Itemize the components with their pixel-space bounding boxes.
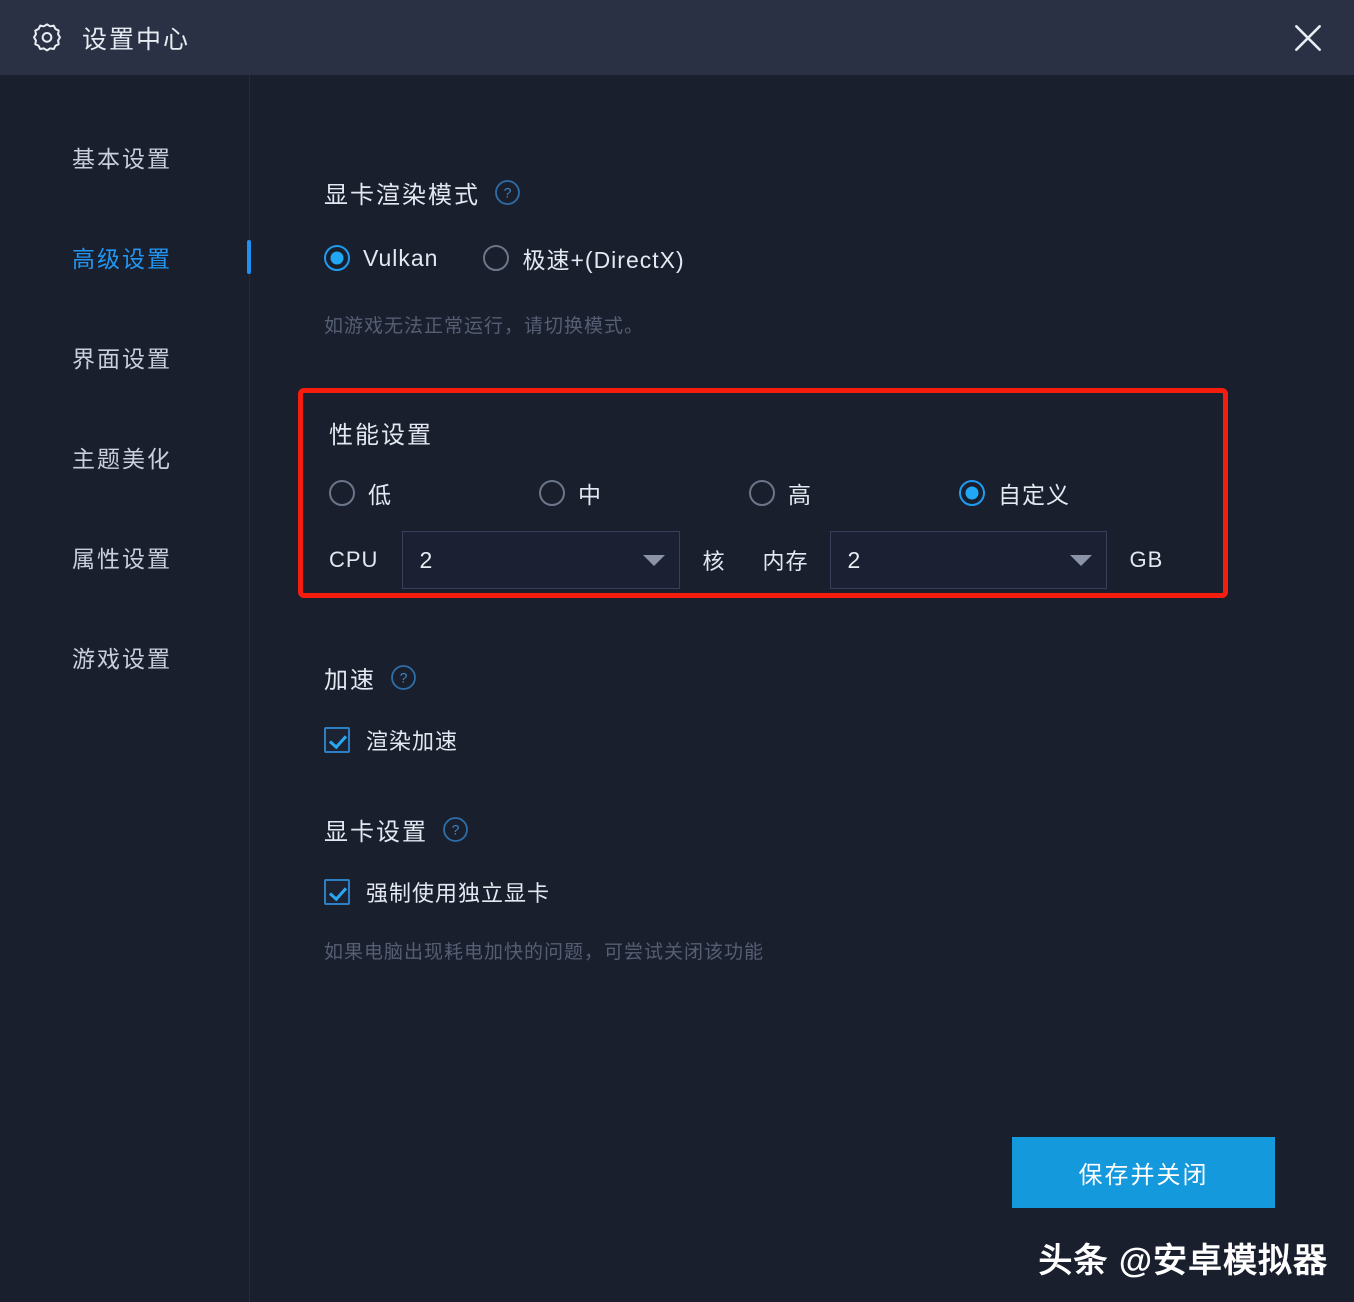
acceleration-title: 加速	[324, 667, 376, 694]
radio-directx[interactable]: 极速+(DirectX)	[483, 241, 684, 275]
cpu-select-value: 2	[419, 546, 433, 573]
sidebar-item-properties[interactable]: 属性设置	[0, 507, 249, 607]
memory-select-value: 2	[847, 546, 861, 573]
svg-text:?: ?	[504, 185, 512, 201]
title-bar-left: 设置中心	[30, 20, 190, 56]
radio-label: Vulkan	[363, 244, 439, 271]
close-button[interactable]	[1280, 10, 1336, 66]
settings-content: 显卡渲染模式 ? Vulkan 极速+(DirectX) 如游戏无法正常运行，请…	[250, 75, 1354, 1302]
svg-text:?: ?	[452, 822, 460, 838]
radio-vulkan[interactable]: Vulkan	[324, 245, 438, 272]
svg-text:?: ?	[400, 670, 408, 686]
render-mode-title: 显卡渲染模式	[324, 182, 480, 209]
sidebar-item-label: 主题美化	[72, 446, 172, 472]
checkbox-label: 渲染加速	[366, 729, 459, 754]
performance-controls: CPU 2 核 内存 2 GB	[329, 531, 1223, 589]
sidebar-item-label: 属性设置	[72, 546, 172, 572]
render-mode-radio-group: Vulkan 极速+(DirectX)	[324, 241, 685, 275]
acceleration-header: 加速 ?	[324, 660, 458, 695]
radio-indicator	[959, 480, 985, 506]
render-mode-hint: 如游戏无法正常运行，请切换模式。	[324, 316, 645, 337]
radio-label: 高	[788, 482, 812, 508]
radio-low[interactable]: 低	[329, 476, 392, 510]
sidebar-item-label: 基本设置	[72, 146, 172, 172]
performance-settings-box: 性能设置 低 中 高 自定义 CPU 2 核 内存 2 GB	[298, 388, 1228, 598]
chevron-down-icon	[1070, 554, 1093, 566]
gpu-settings-section: 显卡设置 ? 强制使用独立显卡 如果电脑出现耗电加快的问题，可尝试关闭该功能	[324, 812, 764, 964]
checkbox-indicator	[324, 879, 350, 905]
watermark: 头条 @安卓模拟器	[1038, 1242, 1328, 1280]
help-icon[interactable]: ?	[494, 179, 521, 206]
window-title: 设置中心	[82, 25, 191, 54]
sidebar-item-basic[interactable]: 基本设置	[0, 107, 249, 207]
memory-select[interactable]: 2	[830, 531, 1108, 589]
gpu-settings-hint: 如果电脑出现耗电加快的问题，可尝试关闭该功能	[324, 942, 765, 963]
save-and-close-button[interactable]: 保存并关闭	[1012, 1137, 1275, 1208]
radio-indicator	[483, 245, 510, 271]
radio-medium[interactable]: 中	[539, 476, 602, 510]
performance-title: 性能设置	[329, 422, 433, 449]
cpu-unit-label: 核	[702, 549, 726, 574]
radio-indicator	[749, 480, 775, 506]
sidebar-item-game[interactable]: 游戏设置	[0, 607, 249, 707]
gpu-settings-header: 显卡设置 ?	[324, 812, 764, 847]
acceleration-section: 加速 ? 渲染加速	[324, 660, 458, 758]
radio-indicator	[329, 480, 355, 506]
checkbox-render-acceleration[interactable]: 渲染加速	[324, 724, 458, 756]
gpu-settings-title: 显卡设置	[324, 819, 428, 846]
render-mode-header: 显卡渲染模式 ?	[324, 175, 685, 210]
radio-custom[interactable]: 自定义	[959, 476, 1070, 510]
radio-label: 极速+(DirectX)	[522, 247, 685, 273]
render-mode-section: 显卡渲染模式 ? Vulkan 极速+(DirectX) 如游戏无法正常运行，请…	[324, 175, 685, 338]
close-icon	[1295, 24, 1321, 51]
checkbox-label: 强制使用独立显卡	[366, 881, 551, 906]
sidebar-item-label: 界面设置	[72, 346, 172, 372]
checkbox-indicator	[324, 727, 350, 753]
title-bar: 设置中心	[0, 0, 1354, 75]
sidebar-item-theme[interactable]: 主题美化	[0, 407, 249, 507]
cpu-label: CPU	[329, 547, 379, 572]
radio-label: 中	[578, 482, 602, 508]
chevron-down-icon	[643, 554, 666, 566]
performance-radio-group: 低 中 高 自定义	[329, 476, 1223, 508]
sidebar: 基本设置 高级设置 界面设置 主题美化 属性设置 游戏设置	[0, 75, 251, 1302]
sidebar-item-label: 高级设置	[72, 246, 172, 272]
cpu-select[interactable]: 2	[402, 531, 681, 589]
sidebar-item-interface[interactable]: 界面设置	[0, 307, 249, 407]
help-icon[interactable]: ?	[390, 664, 417, 691]
checkbox-force-discrete-gpu[interactable]: 强制使用独立显卡	[324, 876, 550, 908]
settings-window: 设置中心 基本设置 高级设置 界面设置 主题美化 属性设置 游戏设置 显卡渲染模…	[0, 0, 1354, 1302]
radio-label: 低	[368, 482, 392, 508]
sidebar-item-advanced[interactable]: 高级设置	[0, 207, 251, 307]
memory-label: 内存	[762, 549, 809, 574]
radio-high[interactable]: 高	[749, 476, 812, 510]
window-body: 基本设置 高级设置 界面设置 主题美化 属性设置 游戏设置 显卡渲染模式 ? V…	[0, 75, 1354, 1302]
radio-indicator	[324, 245, 350, 271]
sidebar-item-label: 游戏设置	[72, 646, 172, 672]
gear-icon	[30, 21, 64, 55]
radio-label: 自定义	[998, 482, 1070, 508]
radio-indicator	[539, 480, 565, 506]
help-icon[interactable]: ?	[442, 816, 469, 843]
memory-unit-label: GB	[1129, 547, 1164, 572]
